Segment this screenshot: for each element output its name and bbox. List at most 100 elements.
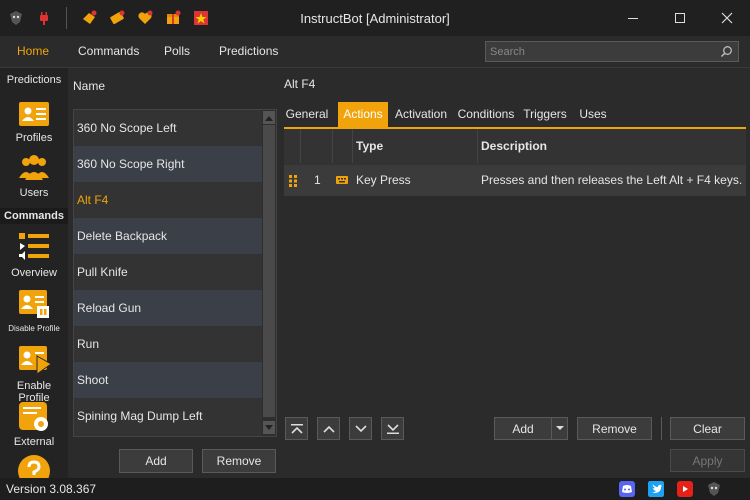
toolbar-separator	[66, 7, 67, 29]
command-detail-panel: Alt F4 General Actions Activation Condit…	[280, 68, 750, 478]
scroll-up-button[interactable]	[263, 111, 275, 124]
command-list[interactable]: 360 No Scope Left 360 No Scope Right Alt…	[73, 109, 277, 437]
list-item[interactable]: Spining Mag Dump Left	[74, 398, 262, 434]
plug-icon[interactable]	[34, 8, 54, 28]
left-nav: Predictions Profiles Users Commands Over…	[0, 68, 68, 478]
add-command-button[interactable]: Add	[119, 449, 193, 473]
button-separator	[661, 417, 662, 440]
scroll-thumb[interactable]	[263, 125, 275, 417]
heart-icon[interactable]	[135, 8, 155, 28]
list-item[interactable]: Reload Gun	[74, 290, 262, 326]
list-item[interactable]: Run	[74, 326, 262, 362]
list-item[interactable]: Pull Knife	[74, 254, 262, 290]
close-button[interactable]	[703, 0, 750, 36]
minimize-icon	[627, 18, 638, 19]
nav-label: Overview	[11, 267, 57, 279]
hand-icon[interactable]	[79, 8, 99, 28]
keyboard-icon	[336, 176, 348, 184]
scroll-down-button[interactable]	[263, 421, 275, 434]
title-bar: InstructBot [Administrator]	[0, 0, 750, 36]
nav-overview[interactable]: Overview	[0, 228, 68, 280]
search-input[interactable]	[490, 44, 710, 59]
list-header-name: Name	[73, 79, 106, 93]
disable-profile-icon	[19, 290, 49, 318]
list-item[interactable]: 360 No Scope Left	[74, 110, 262, 146]
remove-command-button[interactable]: Remove	[202, 449, 276, 473]
add-action-button[interactable]: Add	[494, 417, 552, 440]
remove-action-button[interactable]: Remove	[577, 417, 652, 440]
app-logo-icon[interactable]	[706, 481, 722, 497]
discord-icon[interactable]	[619, 481, 635, 497]
version-label: Version 3.08.367	[6, 482, 97, 496]
nav-enable-profile[interactable]: Enable Profile	[0, 340, 68, 404]
row-description: Presses and then releases the Left Alt +…	[481, 173, 743, 187]
nav-profiles[interactable]: Profiles	[0, 96, 68, 144]
nav-section-commands: Commands	[0, 208, 68, 224]
menu-commands[interactable]: Commands	[78, 44, 139, 58]
list-item[interactable]: Delete Backpack	[74, 218, 262, 254]
status-bar: Version 3.08.367	[0, 478, 750, 500]
arrow-up-icon	[265, 115, 273, 121]
tab-activation[interactable]: Activation	[392, 102, 450, 127]
youtube-icon[interactable]	[677, 481, 693, 497]
clear-actions-button[interactable]: Clear	[670, 417, 745, 440]
tab-uses[interactable]: Uses	[576, 102, 610, 127]
row-type: Key Press	[356, 173, 411, 187]
dropdown-arrow-icon	[555, 426, 564, 430]
list-item[interactable]: 360 No Scope Right	[74, 146, 262, 182]
grid-col-description[interactable]: Description	[481, 129, 746, 163]
close-icon	[721, 12, 732, 24]
star-icon[interactable]	[191, 8, 211, 28]
grid-col-index	[301, 129, 333, 163]
profile-card-icon	[19, 102, 49, 126]
nav-label: Profiles	[15, 132, 53, 144]
maximize-button[interactable]	[656, 0, 703, 36]
grid-col-handle	[284, 129, 301, 163]
chevron-up-icon	[322, 425, 335, 433]
app-logo-icon	[6, 8, 26, 28]
gift-icon[interactable]	[163, 8, 183, 28]
search-icon[interactable]	[720, 45, 733, 58]
command-title: Alt F4	[284, 77, 316, 91]
list-scrollbar[interactable]	[262, 110, 276, 436]
move-top-button[interactable]	[285, 417, 308, 440]
tab-general[interactable]: General	[284, 102, 330, 127]
command-list-panel: Name 360 No Scope Left 360 No Scope Righ…	[68, 68, 280, 478]
nav-label: Predictions	[6, 74, 62, 86]
grid-col-type[interactable]: Type	[356, 129, 478, 163]
tab-conditions[interactable]: Conditions	[456, 102, 516, 127]
arrow-down-icon	[265, 424, 273, 430]
move-bottom-button[interactable]	[381, 417, 404, 440]
menu-predictions[interactable]: Predictions	[219, 44, 278, 58]
search-box	[485, 41, 739, 62]
nav-predictions[interactable]: Predictions	[0, 68, 68, 92]
table-row[interactable]: 1 Key Press Presses and then releases th…	[284, 165, 746, 196]
list-item[interactable]: Shoot	[74, 362, 262, 398]
move-up-button[interactable]	[317, 417, 340, 440]
menu-home[interactable]: Home	[17, 44, 49, 58]
twitter-icon[interactable]	[648, 481, 664, 497]
drag-handle-icon[interactable]	[289, 175, 297, 187]
list-overview-icon	[19, 233, 49, 260]
chevron-down-icon	[354, 424, 367, 432]
nav-external[interactable]: External	[0, 398, 68, 450]
move-top-icon	[290, 423, 303, 434]
row-index: 1	[314, 173, 321, 187]
enable-profile-icon	[19, 346, 51, 375]
menu-polls[interactable]: Polls	[164, 44, 190, 58]
list-item-selected[interactable]: Alt F4	[74, 182, 262, 218]
nav-users[interactable]: Users	[0, 152, 68, 200]
nav-disable-profile[interactable]: Disable Profile	[0, 284, 68, 336]
minimize-button[interactable]	[609, 0, 656, 36]
tab-actions[interactable]: Actions	[338, 102, 388, 127]
tab-triggers[interactable]: Triggers	[522, 102, 568, 127]
move-down-button[interactable]	[349, 417, 372, 440]
nav-help[interactable]	[0, 454, 68, 478]
add-action-dropdown[interactable]	[551, 417, 568, 440]
detail-tabs: General Actions Activation Conditions Tr…	[284, 102, 746, 127]
apply-button[interactable]: Apply	[670, 449, 745, 472]
maximize-icon	[674, 13, 685, 23]
move-bottom-icon	[386, 423, 399, 434]
users-icon	[19, 155, 49, 180]
coupon-icon[interactable]	[107, 8, 127, 28]
